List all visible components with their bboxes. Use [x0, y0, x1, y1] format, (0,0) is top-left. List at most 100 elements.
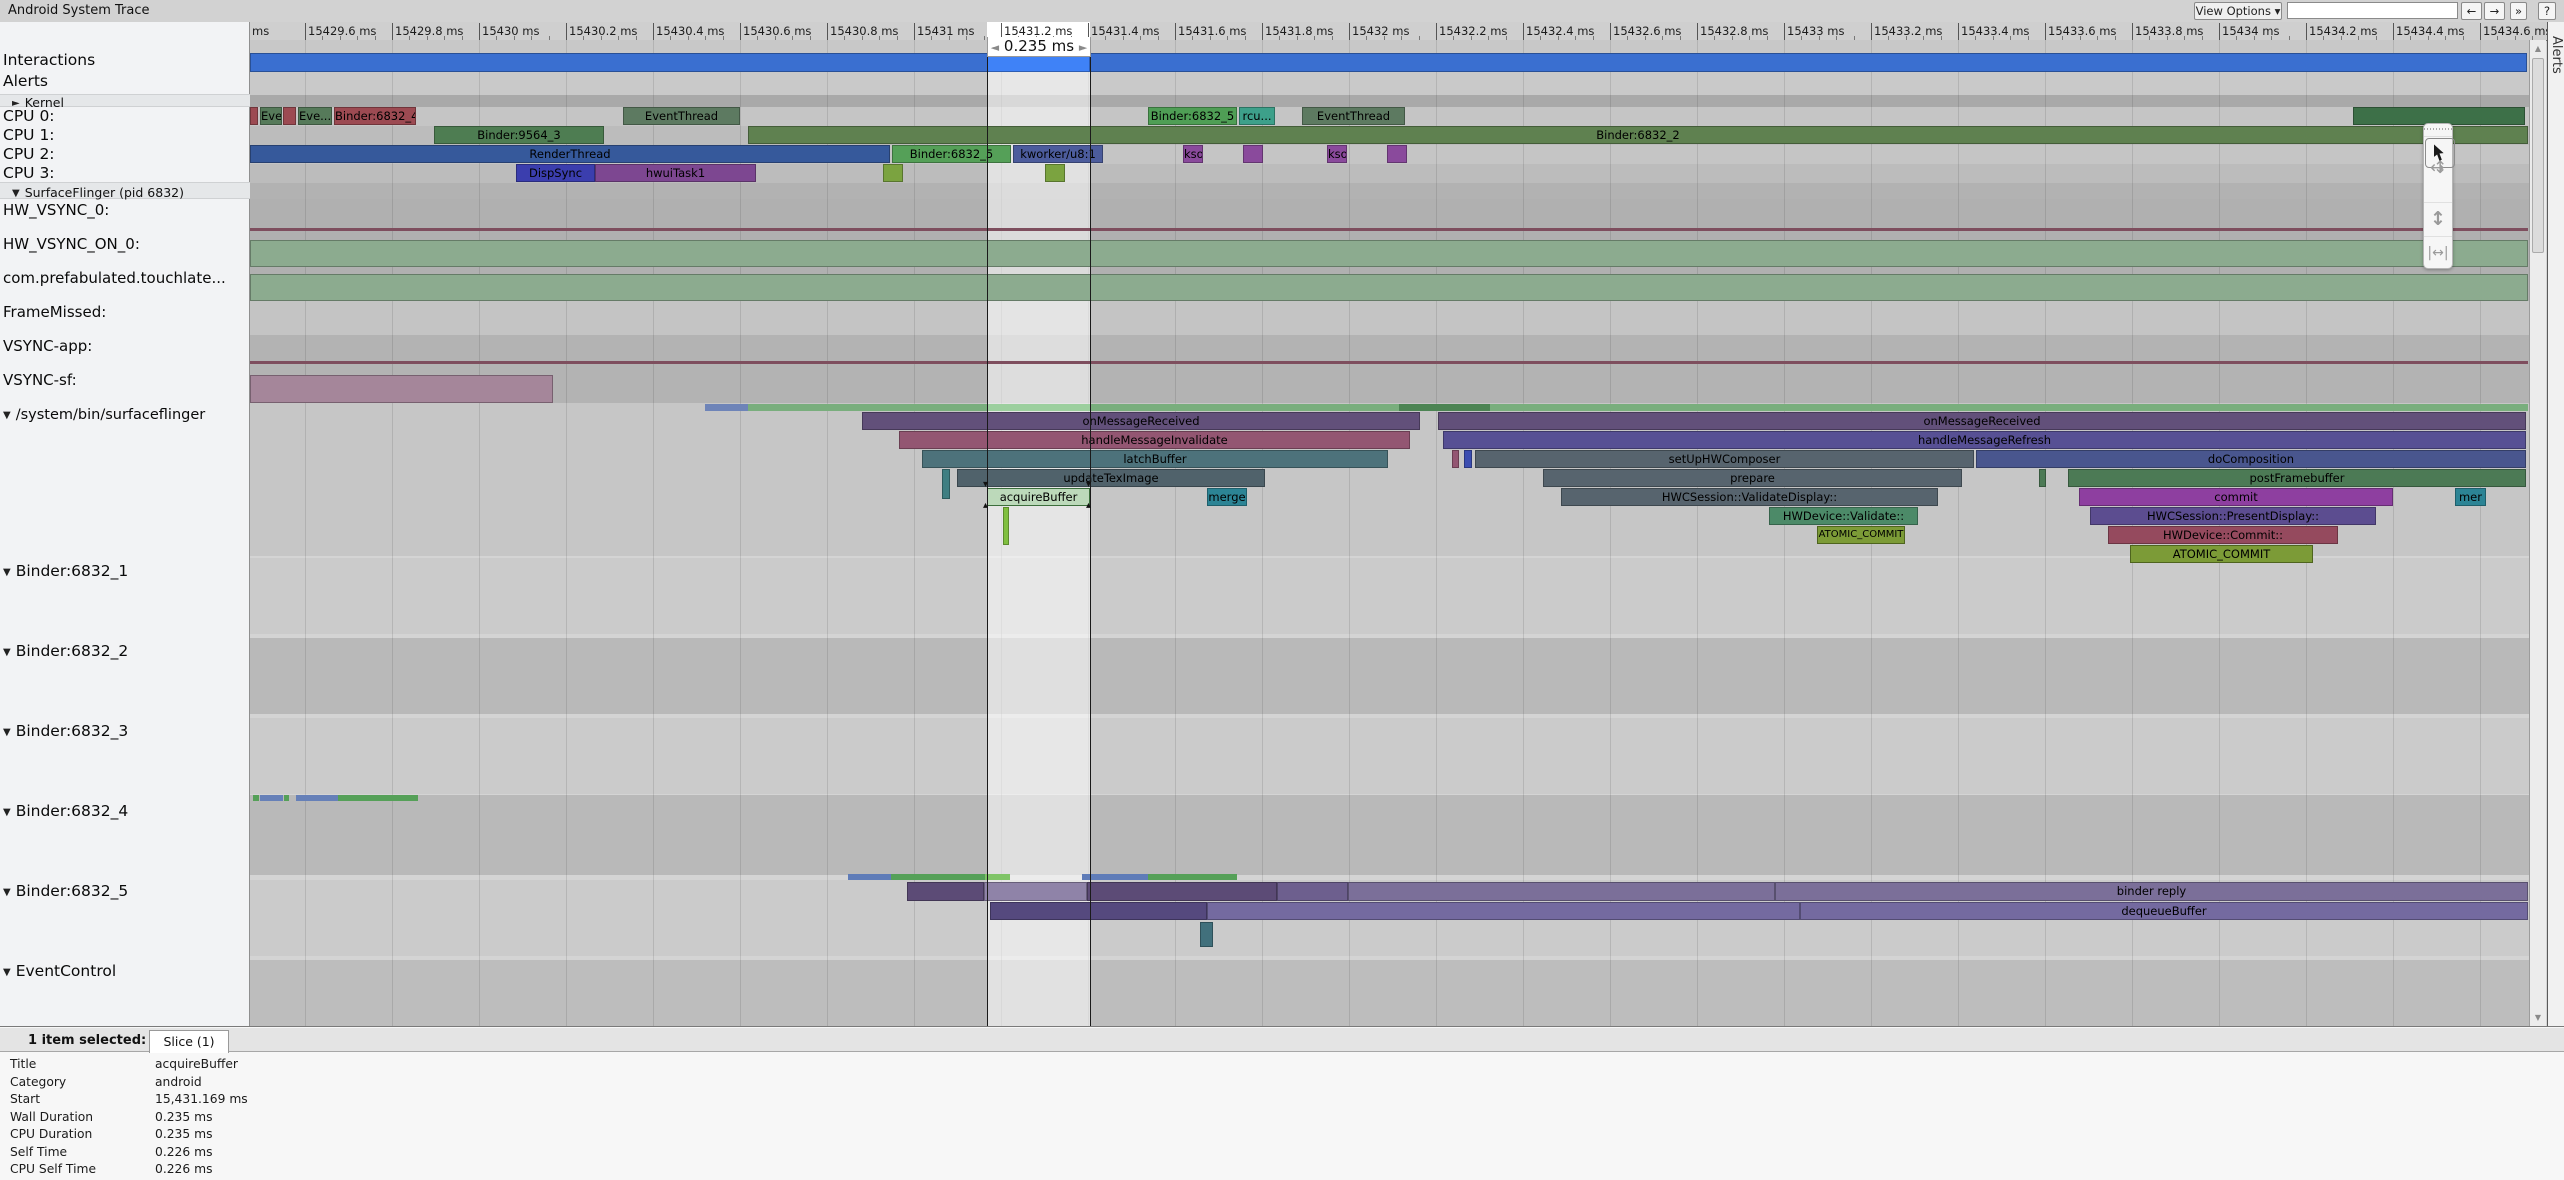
trace-slice[interactable] — [1148, 874, 1237, 880]
trace-slice[interactable] — [907, 882, 984, 901]
trace-slice[interactable] — [250, 228, 2528, 231]
trace-slice[interactable] — [250, 240, 2528, 267]
nav-button-←[interactable]: ← — [2461, 2, 2482, 20]
sidebar-item-com-prefabulated-touchlate-[interactable]: com.prefabulated.touchlate... — [3, 269, 226, 287]
trace-slice-binder-6832-5[interactable]: Binder:6832_5 — [1148, 107, 1237, 125]
trace-slice[interactable] — [891, 874, 985, 880]
trace-slice-mer[interactable]: mer — [2455, 488, 2486, 506]
group-header-kernel[interactable]: ►Kernel — [0, 94, 250, 107]
trace-slice[interactable] — [1464, 450, 1472, 468]
tab-slice[interactable]: Slice (1) — [149, 1030, 229, 1053]
trace-slice[interactable] — [1045, 164, 1065, 182]
zoom-mode-button[interactable]: ↕ — [2424, 203, 2452, 237]
trace-slice[interactable] — [260, 795, 283, 801]
group-header-surfaceflinger-pid-6832-[interactable]: ▼SurfaceFlinger (pid 6832) — [0, 182, 250, 199]
trace-slice[interactable] — [250, 107, 258, 125]
trace-slice-binder-6832-4[interactable]: Binder:6832_4 — [334, 107, 416, 125]
trace-slice[interactable] — [1348, 882, 1775, 901]
trace-slice-binder-6832-5[interactable]: Binder:6832_5 — [892, 145, 1011, 163]
sidebar-item-cpu-2-[interactable]: CPU 2: — [3, 145, 55, 163]
trace-slice-atomic-commit[interactable]: ATOMIC_COMMIT — [1817, 526, 1905, 544]
trace-slice[interactable] — [284, 795, 289, 801]
trace-slice-eve-[interactable]: Eve... — [298, 107, 332, 125]
trace-slice-hwuitask1[interactable]: hwuiTask1 — [595, 164, 756, 182]
trace-slice[interactable] — [338, 795, 418, 801]
trace-slice-onmessagereceived[interactable]: onMessageReceived — [1438, 412, 2526, 430]
trace-slice[interactable] — [1452, 450, 1459, 468]
trace-slice[interactable] — [1087, 882, 1277, 901]
trace-slice-hwdevice-validate-[interactable]: HWDevice::Validate:: — [1769, 507, 1918, 525]
trace-slice-binder-9564-3[interactable]: Binder:9564_3 — [434, 126, 604, 144]
trace-slice-setuphwcomposer[interactable]: setUpHWComposer — [1475, 450, 1974, 468]
view-options-button[interactable]: View Options ▾ — [2194, 2, 2282, 20]
trace-slice-eve[interactable]: Eve — [260, 107, 282, 125]
trace-slice-eventthread[interactable]: EventThread — [1302, 107, 1405, 125]
trace-slice[interactable] — [1207, 902, 1800, 920]
trace-slice-hwcsession-validatedisplay-[interactable]: HWCSession::ValidateDisplay:: — [1561, 488, 1938, 506]
scrollbar-thumb[interactable] — [2532, 58, 2544, 253]
sidebar-item-cpu-1-[interactable]: CPU 1: — [3, 126, 55, 144]
trace-slice[interactable] — [848, 874, 891, 880]
trace-slice[interactable] — [984, 882, 1087, 901]
trace-slice-atomic-commit[interactable]: ATOMIC_COMMIT — [2130, 545, 2313, 563]
selection-end-line[interactable] — [1090, 40, 1091, 1026]
nav-button-?[interactable]: ? — [2538, 2, 2556, 20]
trace-slice[interactable] — [1277, 882, 1348, 901]
trace-slice[interactable] — [942, 469, 950, 499]
trace-slice-handlemessageinvalidate[interactable]: handleMessageInvalidate — [899, 431, 1410, 449]
nav-button-→[interactable]: → — [2484, 2, 2505, 20]
trace-slice-renderthread[interactable]: RenderThread — [250, 145, 890, 163]
trace-slice-binder-6832-2[interactable]: Binder:6832_2 — [748, 126, 2528, 144]
sidebar-item-interactions[interactable]: Interactions — [3, 51, 95, 69]
trace-slice[interactable] — [1200, 922, 1213, 947]
trace-slice[interactable] — [250, 53, 2527, 72]
trace-slice[interactable] — [990, 902, 1207, 920]
trace-slice-latchbuffer[interactable]: latchBuffer — [922, 450, 1388, 468]
trace-slice[interactable] — [250, 361, 2528, 364]
trace-slice-binder-reply[interactable]: binder reply — [1775, 882, 2528, 901]
trace-slice-hwcsession-presentdisplay-[interactable]: HWCSession::PresentDisplay:: — [2090, 507, 2376, 525]
trace-slice[interactable] — [1082, 874, 1148, 880]
toolbar-grip-handle[interactable] — [2424, 124, 2452, 137]
trace-slice[interactable] — [250, 375, 553, 403]
sidebar-item-alerts[interactable]: Alerts — [3, 72, 48, 90]
trace-slice[interactable] — [296, 795, 338, 801]
search-input[interactable] — [2287, 2, 2458, 19]
sidebar-item-framemissed-[interactable]: FrameMissed: — [3, 303, 106, 321]
sidebar-item-eventcontrol[interactable]: ▼EventControl — [3, 962, 116, 980]
trace-slice-dequeuebuffer[interactable]: dequeueBuffer — [1800, 902, 2528, 920]
sidebar-item-cpu-3-[interactable]: CPU 3: — [3, 164, 55, 182]
trace-slice-docomposition[interactable]: doComposition — [1976, 450, 2526, 468]
sidebar-item-binder-6832-1[interactable]: ▼Binder:6832_1 — [3, 562, 128, 580]
nav-button-»[interactable]: » — [2510, 2, 2527, 20]
trace-slice[interactable] — [250, 274, 2528, 301]
trace-slice[interactable] — [987, 404, 1090, 411]
trace-slice[interactable] — [1243, 145, 1263, 163]
trace-slice[interactable] — [253, 795, 259, 801]
sidebar-item-vsync-sf-[interactable]: VSYNC-sf: — [3, 371, 77, 389]
scroll-down-icon[interactable]: ▼ — [2530, 1013, 2546, 1022]
sidebar-item-binder-6832-3[interactable]: ▼Binder:6832_3 — [3, 722, 128, 740]
trace-slice-kso[interactable]: kso — [1183, 145, 1203, 163]
trace-slice[interactable] — [2039, 469, 2046, 487]
sidebar-item-binder-6832-4[interactable]: ▼Binder:6832_4 — [3, 802, 128, 820]
sidebar-item--system-bin-surfaceflinger[interactable]: ▼/system/bin/surfaceflinger — [3, 407, 205, 423]
alerts-tab[interactable]: Alerts — [2549, 36, 2564, 74]
trace-slice-updateteximage[interactable]: updateTexImage — [957, 469, 1265, 487]
trace-slice[interactable] — [283, 107, 296, 125]
timing-mode-button[interactable]: |↔| — [2424, 237, 2452, 270]
sidebar-item-hw-vsync-0-[interactable]: HW_VSYNC_0: — [3, 201, 109, 219]
trace-slice[interactable] — [705, 404, 748, 411]
selection-start-line[interactable] — [987, 40, 988, 1026]
track-area[interactable]: EveEve...Binder:6832_4EventThreadBinder:… — [250, 40, 2529, 1026]
time-ruler[interactable]: ms15429.6 ms15429.8 ms15430 ms15430.2 ms… — [250, 22, 2564, 41]
sidebar-item-binder-6832-2[interactable]: ▼Binder:6832_2 — [3, 642, 128, 660]
scroll-up-icon[interactable]: ▲ — [2530, 44, 2546, 53]
trace-slice[interactable] — [1399, 404, 1490, 411]
trace-slice-hwdevice-commit-[interactable]: HWDevice::Commit:: — [2108, 526, 2338, 544]
trace-slice-commit[interactable]: commit — [2079, 488, 2393, 506]
sidebar-item-binder-6832-5[interactable]: ▼Binder:6832_5 — [3, 882, 128, 900]
sidebar-item-hw-vsync-on-0-[interactable]: HW_VSYNC_ON_0: — [3, 235, 140, 253]
sidebar-item-cpu-0-[interactable]: CPU 0: — [3, 107, 55, 125]
trace-slice-rcu-[interactable]: rcu... — [1239, 107, 1275, 125]
